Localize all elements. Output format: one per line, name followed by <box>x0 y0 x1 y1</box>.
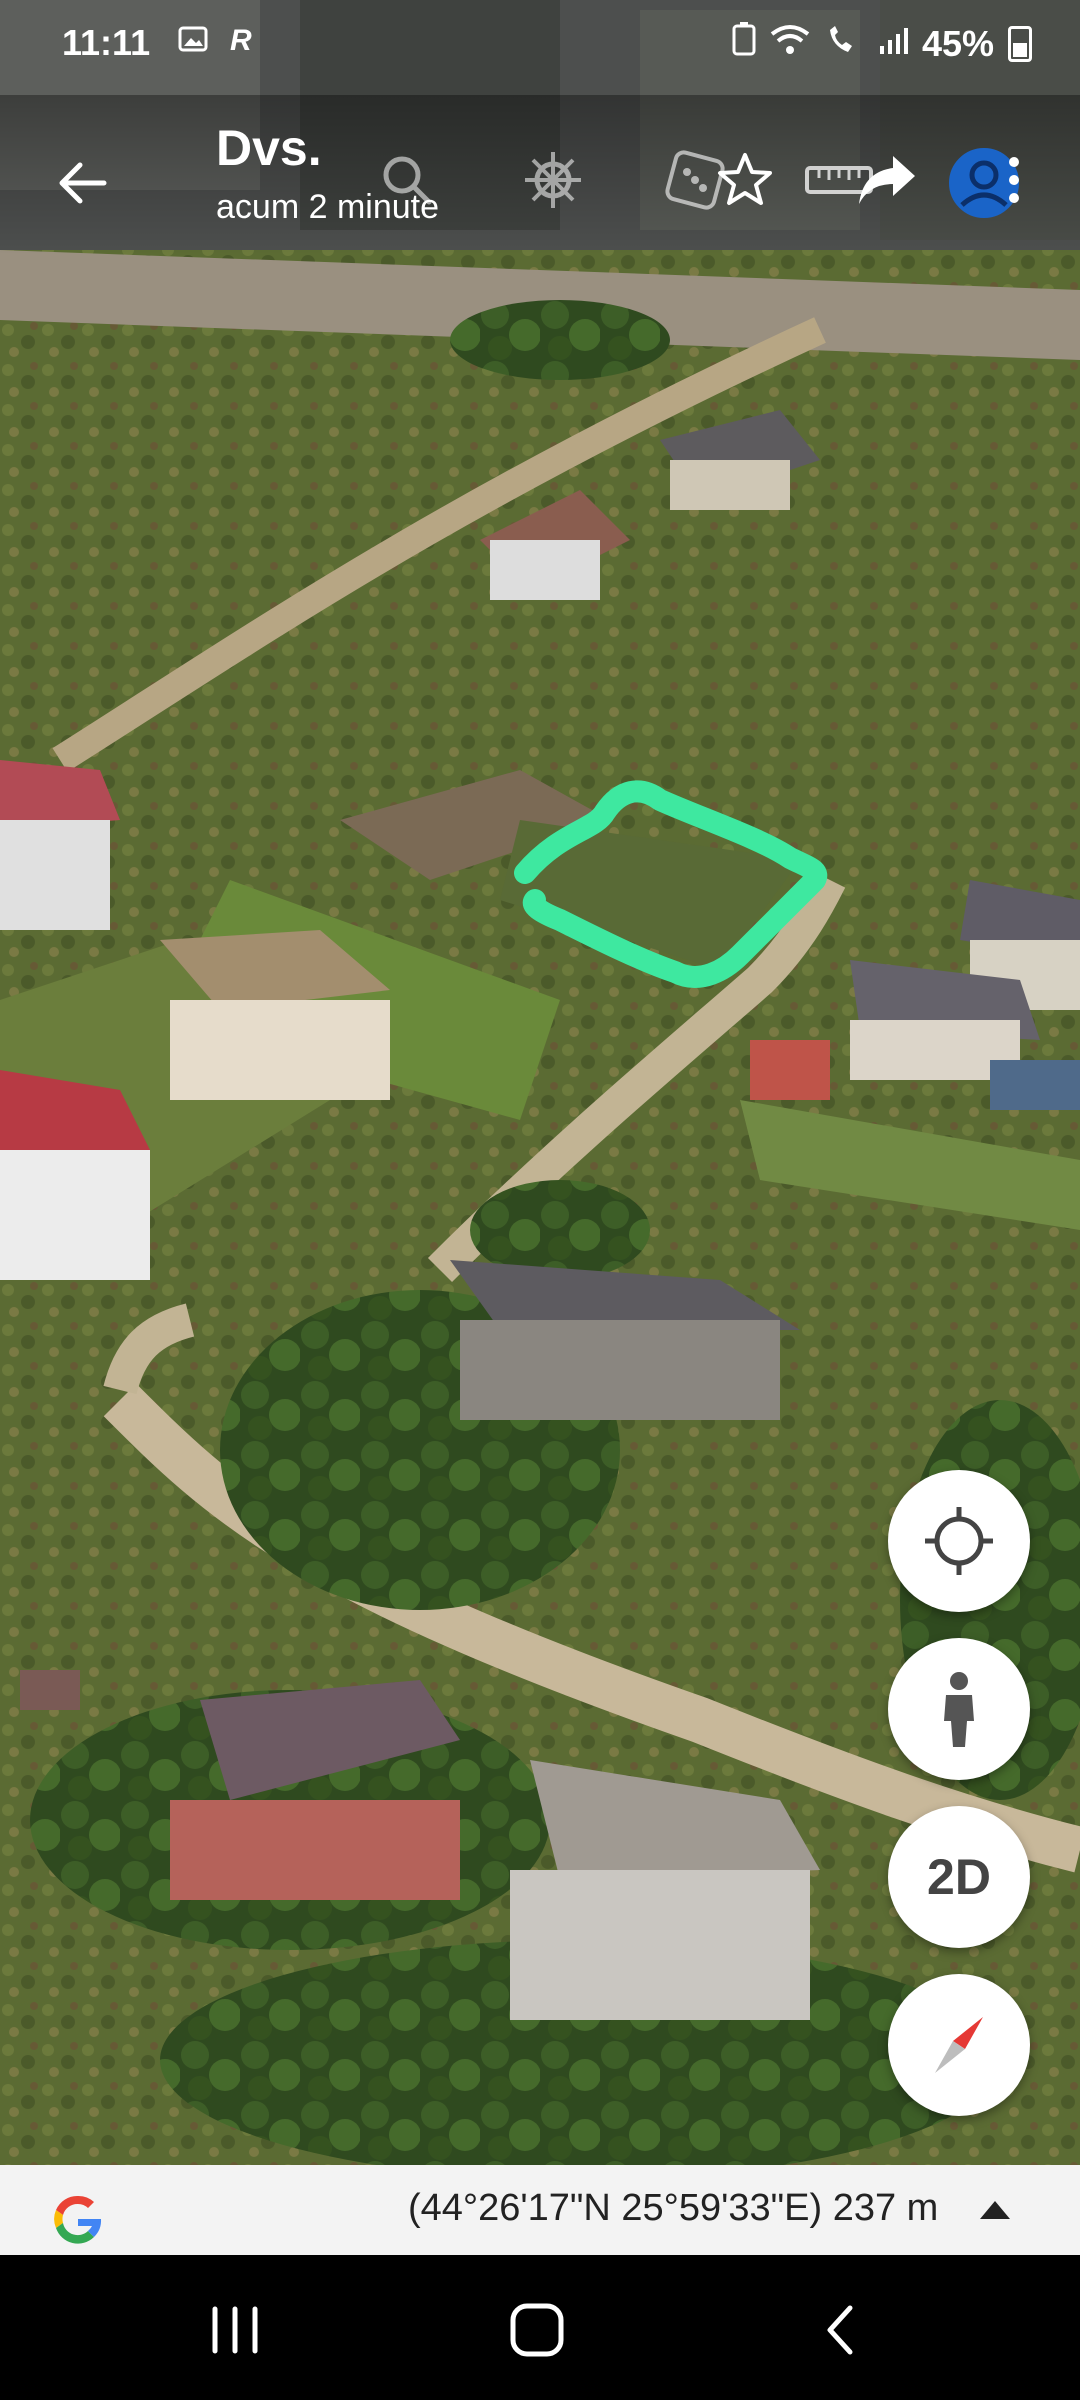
battery-icon <box>1008 25 1032 62</box>
status-time: 11:11 <box>62 22 151 63</box>
street-view-button[interactable] <box>888 1638 1030 1780</box>
place-title: Dvs. <box>216 120 322 176</box>
coordinates-readout: (44°26'17"N 25°59'33"E) 237 m <box>408 2187 939 2229</box>
my-location-button[interactable] <box>888 1470 1030 1612</box>
wifi-calling-icon <box>824 23 864 65</box>
home-button[interactable] <box>497 2295 577 2365</box>
share-button[interactable] <box>852 145 922 215</box>
search-button[interactable] <box>372 145 442 215</box>
back-chevron-icon <box>827 2305 853 2355</box>
attribution-bar: (44°26'17"N 25°59'33"E) 237 m <box>0 2165 1080 2255</box>
recent-apps-icon <box>212 2306 258 2354</box>
battery-saver-icon <box>732 22 756 65</box>
more-icon <box>1009 157 1019 203</box>
back-nav-button[interactable] <box>800 2295 880 2365</box>
home-icon <box>510 2303 564 2357</box>
status-bar: 11:11 R 45% <box>0 0 1080 88</box>
share-icon <box>859 156 915 204</box>
navigation-bar <box>0 2255 1080 2400</box>
battery-percent: 45% <box>921 22 994 64</box>
expand-up-icon[interactable] <box>980 2201 1010 2219</box>
star-icon <box>718 153 772 205</box>
top-app-bar: Dvs. acum 2 minute <box>0 95 1080 255</box>
compass-icon <box>935 2017 983 2073</box>
voyager-button[interactable] <box>518 145 588 215</box>
compass-button[interactable] <box>888 1974 1030 2116</box>
signal-icon <box>878 23 908 65</box>
ship-wheel-icon <box>525 152 581 208</box>
more-button[interactable] <box>994 145 1034 215</box>
r-badge-icon: R <box>230 24 252 57</box>
crosshair-icon <box>925 1507 993 1575</box>
favorite-button[interactable] <box>710 145 780 215</box>
google-logo <box>44 2185 112 2258</box>
search-icon <box>383 156 432 205</box>
pegman-icon <box>944 1672 974 1747</box>
recent-apps-button[interactable] <box>195 2295 275 2365</box>
back-arrow-icon <box>59 162 107 204</box>
gallery-icon <box>178 24 208 62</box>
google-g-icon <box>54 2195 102 2244</box>
wifi-icon <box>770 23 810 65</box>
back-button[interactable] <box>48 147 120 219</box>
view-mode-button[interactable]: 2D <box>888 1806 1030 1948</box>
